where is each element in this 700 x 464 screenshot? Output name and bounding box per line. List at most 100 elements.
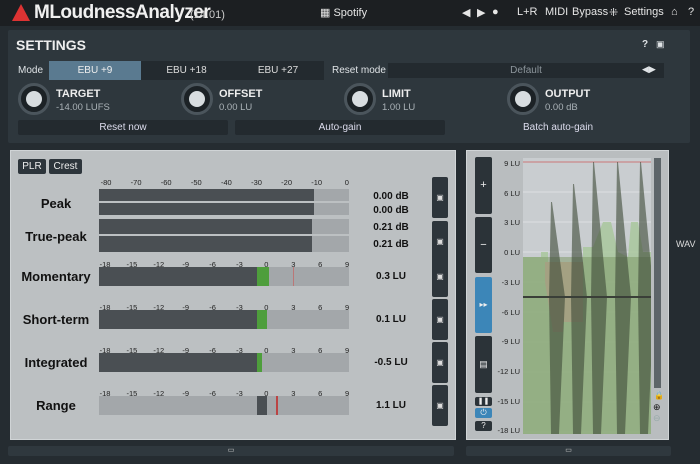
true-peak-value-right: 0.21 dB <box>373 239 409 250</box>
history-scrollbar[interactable] <box>654 158 661 388</box>
peak-scale-tick: -20 <box>281 178 293 187</box>
collapse-icon[interactable]: ▣ <box>656 39 665 50</box>
next-preset-icon[interactable]: ▶ <box>477 6 485 19</box>
history-collapse-button[interactable]: ▭ <box>466 446 671 456</box>
integrated-reset-button[interactable]: ▣ <box>432 342 448 383</box>
peak-scale-tick: -80 <box>100 178 112 187</box>
mode-ebu18[interactable]: EBU +18 <box>141 61 232 80</box>
bypass-button[interactable]: Bypass <box>572 6 608 18</box>
reset-mode-label: Reset mode <box>332 65 386 76</box>
mode-ebu9[interactable]: EBU +9 <box>49 61 141 80</box>
grid-icon: ▦ <box>320 7 334 19</box>
offset-knob[interactable] <box>181 83 213 115</box>
history-scale-label: -12 LU <box>497 366 520 376</box>
midi-button[interactable]: MIDI <box>545 6 568 18</box>
history-help-button[interactable]: ? <box>475 421 492 431</box>
range-fill <box>256 396 267 415</box>
settings-button[interactable]: Settings <box>624 6 664 18</box>
power-button[interactable]: ⏻ <box>475 408 492 418</box>
output-value: 0.00 dB <box>545 102 578 113</box>
history-scale-label: -6 LU <box>501 307 520 317</box>
randomize-icon[interactable]: ● <box>492 6 499 18</box>
meters-collapse-button[interactable]: ▭ <box>8 446 454 456</box>
settings-title: SETTINGS <box>16 37 87 53</box>
peak-scale-tick: -70 <box>130 178 142 187</box>
short-term-reset-button[interactable]: ▣ <box>432 299 448 340</box>
output-label: OUTPUT <box>545 88 591 100</box>
integrated-label: Integrated <box>24 355 88 370</box>
history-scale-label: 3 LU <box>504 218 520 228</box>
history-scale-label: -15 LU <box>497 396 520 406</box>
zoom-icon[interactable]: ⊕ <box>653 402 661 413</box>
range-reset-button[interactable]: ▣ <box>432 385 448 426</box>
momentary-meter <box>99 267 349 286</box>
true-peak-meter-left <box>99 219 349 234</box>
peak-scale: -80 -70 -60 -50 -40 -30 -20 -10 0 <box>99 178 349 188</box>
top-bar: MLoudnessAnalyzer (14.01) ▦ Spotify ◀ ▶ … <box>0 0 700 26</box>
history-scale-label: -18 LU <box>497 426 520 436</box>
peak-label: Peak <box>40 196 72 211</box>
range-value: 1.1 LU <box>375 400 406 411</box>
limit-knob[interactable] <box>344 83 376 115</box>
range-label: Range <box>36 398 76 413</box>
meters-panel: PLR Crest -80 -70 -60 -50 -40 -30 -20 -10 0 Peak… <box>10 150 456 440</box>
pause-button[interactable]: ❚❚ <box>475 397 492 406</box>
history-scale-label: 0 LU <box>504 248 520 258</box>
wav-label[interactable]: WAV <box>676 239 696 249</box>
peak-reset-button[interactable]: ▣ <box>432 177 448 218</box>
preset-button[interactable]: ▦ Spotify <box>320 6 367 19</box>
zoom-in-button[interactable]: + <box>475 157 492 214</box>
home-icon[interactable]: ⌂ <box>671 6 678 18</box>
settings-help-icon[interactable]: ? <box>642 39 648 50</box>
mode-ebu27[interactable]: EBU +27 <box>232 61 324 80</box>
zoom-out-button[interactable]: − <box>475 217 492 273</box>
loudness-history-graph <box>523 158 651 434</box>
integrated-meter <box>99 353 349 372</box>
true-peak-meter-right <box>99 236 349 252</box>
output-knob[interactable] <box>507 83 539 115</box>
app-title: MLoudnessAnalyzer <box>34 2 211 23</box>
reset-now-button[interactable]: Reset now <box>18 120 228 135</box>
target-knob[interactable] <box>18 83 50 115</box>
app-version: (14.01) <box>190 9 225 21</box>
peak-scale-tick: -30 <box>251 178 262 187</box>
settings-panel: SETTINGS ? ▣ Mode EBU +9 EBU +18 EBU +27… <box>8 30 690 143</box>
momentary-green <box>256 267 270 286</box>
peak-scale-tick: 0 <box>344 178 349 187</box>
fast-forward-button[interactable]: ▸▸ <box>475 277 492 333</box>
true-peak-label: True-peak <box>25 229 87 244</box>
integrated-green <box>256 353 263 372</box>
true-peak-value-left: 0.21 dB <box>373 222 409 233</box>
limit-label: LIMIT <box>382 88 411 100</box>
lock-icon[interactable]: 🔒 <box>654 391 664 400</box>
mode-label: Mode <box>18 65 44 76</box>
reset-mode-arrows-icon[interactable]: ◀▶ <box>642 64 656 75</box>
zoom-out-icon[interactable]: ⊖ <box>653 413 661 424</box>
clear-history-button[interactable]: ▤ <box>475 336 492 393</box>
history-scale-label: -3 LU <box>501 277 520 287</box>
crest-button[interactable]: Crest <box>49 159 82 174</box>
target-label: TARGET <box>56 88 101 100</box>
peak-meter-right <box>99 203 349 215</box>
integrated-fill <box>99 353 257 372</box>
peak-scale-tick: -60 <box>160 178 172 187</box>
batch-auto-gain-button[interactable]: Batch auto-gain <box>453 120 663 135</box>
integrated-value: -0.5 LU <box>374 357 408 368</box>
plr-button[interactable]: PLR <box>18 159 46 174</box>
reset-mode-select[interactable]: Default <box>388 63 664 78</box>
integrated-area <box>523 257 651 434</box>
help-icon[interactable]: ? <box>688 6 694 18</box>
auto-gain-button[interactable]: Auto-gain <box>235 120 445 135</box>
settings-icon[interactable]: ⁜ <box>609 6 618 19</box>
peak-meter-left <box>99 189 349 201</box>
prev-preset-icon[interactable]: ◀ <box>462 6 470 19</box>
short-term-meter <box>99 310 349 329</box>
channel-button[interactable]: L+R <box>517 6 538 18</box>
history-scale-label: 6 LU <box>504 188 520 198</box>
short-term-value: 0.1 LU <box>375 314 406 325</box>
range-marker <box>275 396 278 415</box>
short-term-label: Short-term <box>22 312 90 327</box>
momentary-reset-button[interactable]: ▣ <box>432 256 448 297</box>
short-term-green <box>256 310 268 329</box>
momentary-fill <box>99 267 257 286</box>
